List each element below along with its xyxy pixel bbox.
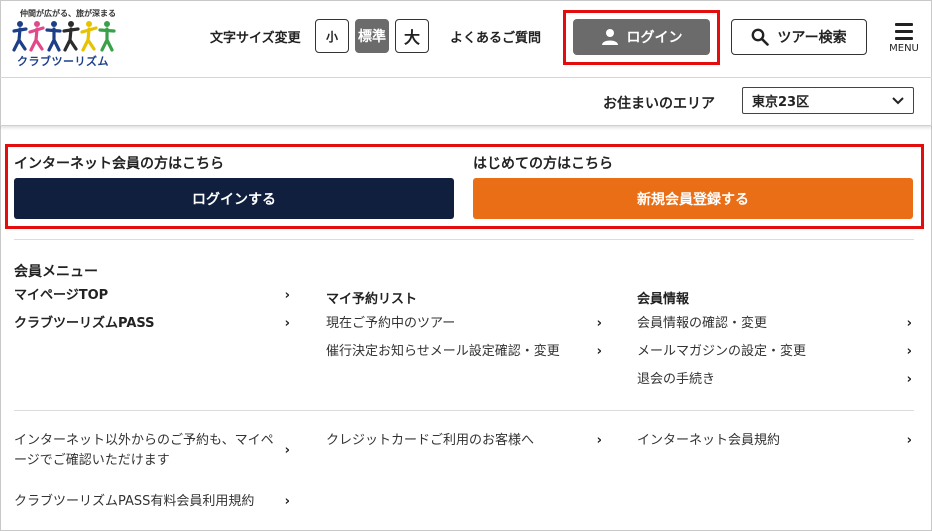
tour-search-label: ツアー検索 [777,30,847,46]
chevron-down-icon [892,96,904,104]
font-size-label: 文字サイズ変更 [210,31,301,46]
member-menu-title: 会員メニュー [14,264,98,280]
logo-tagline: 仲間が広がる、旅が深まる [20,9,116,18]
offline-reservation-info-link[interactable]: インターネット以外からのご予約も、マイページでご確認いただけます › [14,431,294,471]
link-label: 現在ご予約中のツアー [326,316,456,331]
hamburger-icon [895,23,913,44]
mypage-top-link[interactable]: マイページTOP › [14,286,294,306]
member-info-edit-link[interactable]: 会員情報の確認・変更 › [637,314,916,334]
member-info-heading: 会員情報 [637,292,690,307]
member-login-label: インターネット会員の方はこちら [14,156,224,172]
site-logo[interactable]: 仲間が広がる、旅が深まる クラブツーリズム [12,8,116,70]
chevron-right-icon: › [284,494,290,509]
register-button[interactable]: 新規会員登録する [473,178,913,219]
login-button[interactable]: ログインする [14,178,454,219]
link-label: 会員情報の確認・変更 [637,316,768,331]
menu-button[interactable]: MENU [886,21,922,57]
chevron-right-icon: › [284,316,290,331]
link-label: 催行決定お知らせメール設定確認・変更 [326,344,560,359]
font-size-small-button[interactable]: 小 [315,19,349,53]
divider [14,410,914,411]
area-select[interactable]: 東京23区 [742,87,914,114]
chevron-right-icon: › [284,288,290,303]
newsletter-settings-link[interactable]: メールマガジンの設定・変更 › [637,342,916,362]
logo-name: クラブツーリズム [17,55,109,68]
search-icon [752,28,770,46]
pass-link[interactable]: クラブツーリズムPASS › [14,314,294,334]
new-member-label: はじめての方はこちら [473,156,613,172]
link-label: インターネット以外からのご予約も、マイページでご確認いただけます [14,433,274,468]
font-size-standard-button[interactable]: 標準 [355,19,389,53]
current-reservations-link[interactable]: 現在ご予約中のツアー › [326,314,606,334]
area-label: お住まいのエリア [603,96,715,112]
link-label: メールマガジンの設定・変更 [637,344,807,359]
menu-label: MENU [889,43,919,54]
divider [14,239,914,240]
link-label: マイページTOP [14,288,109,303]
link-label: クラブツーリズムPASS有料会員利用規約 [14,494,255,509]
header-login-label: ログイン [626,30,683,46]
logo-figures-icon [12,21,116,52]
reservation-list-heading: マイ予約リスト [326,292,418,307]
chevron-right-icon: › [906,372,912,387]
pass-terms-link[interactable]: クラブツーリズムPASS有料会員利用規約 › [14,492,294,512]
link-label: 退会の手続き [637,372,716,387]
font-size-large-button[interactable]: 大 [395,19,429,53]
tour-search-button[interactable]: ツアー検索 [731,19,867,55]
site-header: 仲間が広がる、旅が深まる クラブツーリズム 文字サイズ変更 小 標準 大 よくあ… [0,0,932,78]
link-label: クラブツーリズムPASS [14,316,155,331]
chevron-right-icon: › [596,344,602,359]
chevron-right-icon: › [596,316,602,331]
chevron-right-icon: › [596,433,602,448]
departure-mail-settings-link[interactable]: 催行決定お知らせメール設定確認・変更 › [326,342,606,362]
faq-link[interactable]: よくあるご質問 [450,27,541,46]
chevron-right-icon: › [906,344,912,359]
credit-card-info-link[interactable]: クレジットカードご利用のお客様へ › [326,431,606,451]
member-terms-link[interactable]: インターネット会員規約 › [637,431,916,451]
area-selected-value: 東京23区 [752,95,810,110]
area-bar: お住まいのエリア 東京23区 [0,78,932,126]
header-login-button[interactable]: ログイン [573,19,710,55]
chevron-right-icon: › [284,443,290,458]
link-label: クレジットカードご利用のお客様へ [326,433,535,448]
chevron-right-icon: › [906,316,912,331]
unsubscribe-link[interactable]: 退会の手続き › [637,370,916,390]
link-label: インターネット会員規約 [637,433,781,448]
user-icon [601,29,618,45]
chevron-right-icon: › [906,433,912,448]
